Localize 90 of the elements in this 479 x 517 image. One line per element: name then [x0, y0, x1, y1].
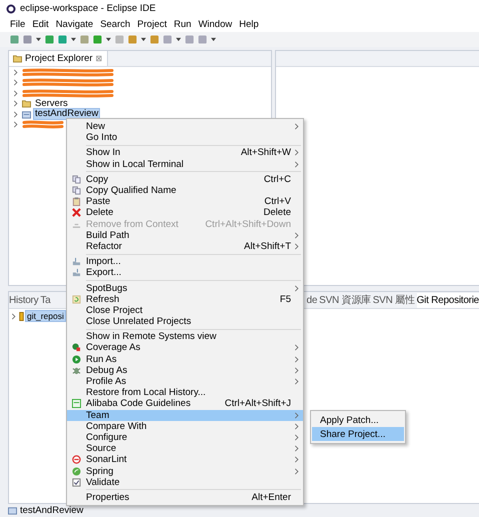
app-icon [6, 4, 16, 14]
folder-icon [13, 54, 22, 63]
menu-item[interactable]: Close Project [67, 304, 303, 316]
bug-icon [72, 366, 81, 375]
menu-item[interactable]: Refresh F5 [67, 294, 303, 305]
menu-item[interactable]: Show in Local Terminal [67, 158, 303, 170]
menu-title[interactable]: Navigate [56, 19, 94, 30]
no-entry-icon [72, 455, 81, 464]
project-icon [22, 110, 31, 119]
view-tab[interactable]: SVN 屬性 [372, 292, 415, 308]
repository-icon [19, 312, 24, 321]
menu-item[interactable]: Team [67, 410, 303, 421]
tree-item[interactable]: Servers [34, 98, 69, 109]
menu-item[interactable]: Show In Alt+Shift+W [67, 147, 303, 159]
export-icon [72, 268, 81, 278]
menu-item[interactable]: Share Project... [312, 427, 404, 441]
menu-item[interactable]: Paste Ctrl+V [67, 196, 303, 208]
tree-item[interactable]: git_reposi [26, 311, 65, 322]
menu-item[interactable]: Import... [67, 256, 303, 268]
clipboard-icon [72, 197, 81, 206]
menu-item[interactable]: Coverage As [67, 342, 303, 354]
menu-item[interactable]: Configure [67, 432, 303, 444]
menu-title[interactable]: Window [198, 19, 232, 30]
menu-item[interactable]: Copy Qualified Name [67, 184, 303, 196]
coverage-icon [72, 343, 81, 352]
menu-item[interactable]: SpotBugs [67, 282, 303, 294]
toolbar-square-icon [198, 35, 207, 44]
scribble-drawing [22, 120, 64, 130]
view-tab[interactable]: SVN 資源庫 [319, 292, 371, 308]
window-title: eclipse-workspace - Eclipse IDE [20, 3, 156, 14]
menu-item[interactable]: Alibaba Code Guidelines Ctrl+Alt+Shift+J [67, 398, 303, 410]
toolbar-square-icon [185, 35, 194, 44]
menu-item[interactable]: Run As [67, 354, 303, 365]
toolbar-square-icon [115, 35, 124, 44]
status-text: testAndReview [20, 505, 84, 516]
menu-item[interactable]: Compare With [67, 420, 303, 432]
toolbar-square-icon [93, 35, 102, 44]
run-icon [72, 354, 81, 364]
folder-icon [22, 99, 31, 108]
toolbar-square-icon [10, 35, 19, 44]
refresh-icon [72, 294, 81, 304]
menu-item[interactable]: Delete Delete [67, 207, 303, 218]
toolbar-square-icon [45, 35, 54, 44]
menu-title[interactable]: Help [239, 19, 259, 30]
menu-item[interactable]: Export... [67, 267, 303, 278]
menu-item[interactable]: Source [67, 443, 303, 454]
import-icon [72, 257, 81, 266]
caret-icon [106, 37, 111, 42]
menu-item[interactable]: Close Unrelated Projects [67, 316, 303, 328]
leaf-icon [72, 466, 81, 476]
caret-icon [141, 37, 146, 42]
caret-icon [71, 37, 76, 42]
menu-item[interactable]: Debug As [67, 364, 303, 376]
menu-item[interactable]: Copy Ctrl+C [67, 174, 303, 185]
tree-item[interactable]: testAndReview [34, 109, 100, 120]
toolbar-square-icon [163, 35, 172, 44]
caret-icon [211, 37, 216, 42]
caret-icon [36, 37, 41, 42]
checkbox-icon [72, 478, 81, 487]
toolbar-square-icon [128, 35, 137, 44]
menu-title[interactable]: File [10, 19, 26, 30]
menu-title[interactable]: Run [174, 19, 192, 30]
menu-item[interactable]: SonarLint [67, 454, 303, 466]
menu-item[interactable]: Refactor Alt+Shift+T [67, 240, 303, 252]
menu-item[interactable]: Go Into [67, 132, 303, 144]
menu-item[interactable]: Build Path [67, 230, 303, 241]
menu-title[interactable]: Search [100, 19, 130, 30]
menu-title[interactable]: Project [137, 19, 167, 30]
menu-item[interactable]: Spring [67, 465, 303, 477]
view-tab[interactable]: Git Repositorie [416, 292, 479, 308]
view-tab[interactable]: Project Explorer ⊠ [9, 51, 108, 66]
toolbar-square-icon [150, 35, 159, 44]
view-tab[interactable]: de [306, 292, 318, 308]
menu-item[interactable]: Apply Patch... [312, 413, 404, 427]
menu-item[interactable]: Properties Alt+Enter [67, 492, 303, 503]
menu-item[interactable]: Profile As [67, 376, 303, 388]
view-tab[interactable]: History [9, 292, 38, 308]
menu-item[interactable]: New [67, 121, 303, 132]
view-tab[interactable]: Ta [40, 292, 50, 308]
close-icon[interactable]: ⊠ [96, 54, 103, 63]
menu-title[interactable]: Edit [32, 19, 49, 30]
delete-icon [72, 208, 81, 218]
menu-item[interactable]: Restore from Local History... [67, 387, 303, 398]
project-icon [8, 506, 17, 515]
menu-item[interactable]: Show in Remote Systems view [67, 331, 303, 342]
toolbar-square-icon [80, 35, 89, 44]
caret-icon [176, 37, 181, 42]
toolbar-square-icon [58, 35, 67, 44]
menu-item[interactable]: Validate [67, 476, 303, 488]
toolbar-square-icon [23, 35, 32, 44]
